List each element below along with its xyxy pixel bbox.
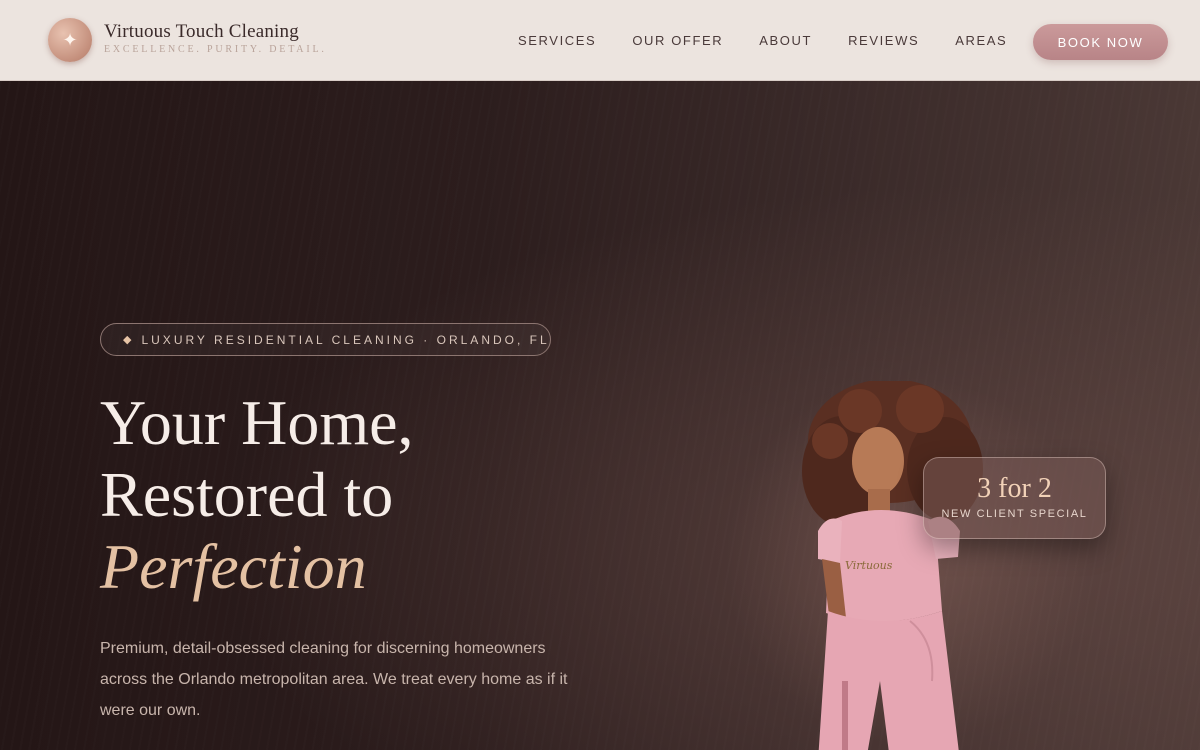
nav-item-areas[interactable]: AREAS (955, 33, 1007, 48)
nav-item-services[interactable]: SERVICES (518, 33, 596, 48)
brand-tagline: EXCELLENCE. PURITY. DETAIL. (104, 44, 327, 55)
hero-lead-paragraph: Premium, detail-obsessed cleaning for di… (100, 640, 568, 719)
new-client-offer-card[interactable]: 3 for 2 NEW CLIENT SPECIAL (923, 457, 1106, 539)
hero-title-line2: Restored to (100, 459, 394, 530)
sparkle-icon[interactable]: ✦ (48, 18, 92, 62)
hero-title: Your Home, Restored to Perfection (100, 387, 414, 603)
site-header: ✦ Virtuous Touch Cleaning EXCELLENCE. PU… (0, 0, 1200, 81)
location-badge: ◆ LUXURY RESIDENTIAL CLEANING · ORLANDO,… (100, 323, 551, 356)
hero-title-accent: Perfection (100, 531, 367, 602)
hero-section: ◆ LUXURY RESIDENTIAL CLEANING · ORLANDO,… (0, 81, 1200, 750)
nav-item-our-offer[interactable]: OUR OFFER (632, 33, 723, 48)
nav-item-reviews[interactable]: REVIEWS (848, 33, 919, 48)
nav-item-about[interactable]: ABOUT (759, 33, 812, 48)
diamond-icon: ◆ (123, 334, 132, 346)
hero-title-line1: Your Home, (100, 387, 414, 458)
book-now-button[interactable]: BOOK NOW (1033, 24, 1168, 60)
brand-name[interactable]: Virtuous Touch Cleaning (104, 21, 299, 43)
offer-title: 3 for 2 (977, 473, 1052, 504)
offer-subtitle: NEW CLIENT SPECIAL (941, 508, 1088, 520)
svg-text:Virtuous: Virtuous (845, 559, 893, 572)
main-nav: SERVICES OUR OFFER ABOUT REVIEWS AREAS (500, 33, 1043, 48)
cleaner-illustration: Virtuous (802, 381, 983, 750)
location-badge-text: LUXURY RESIDENTIAL CLEANING · ORLANDO, F… (141, 332, 550, 347)
